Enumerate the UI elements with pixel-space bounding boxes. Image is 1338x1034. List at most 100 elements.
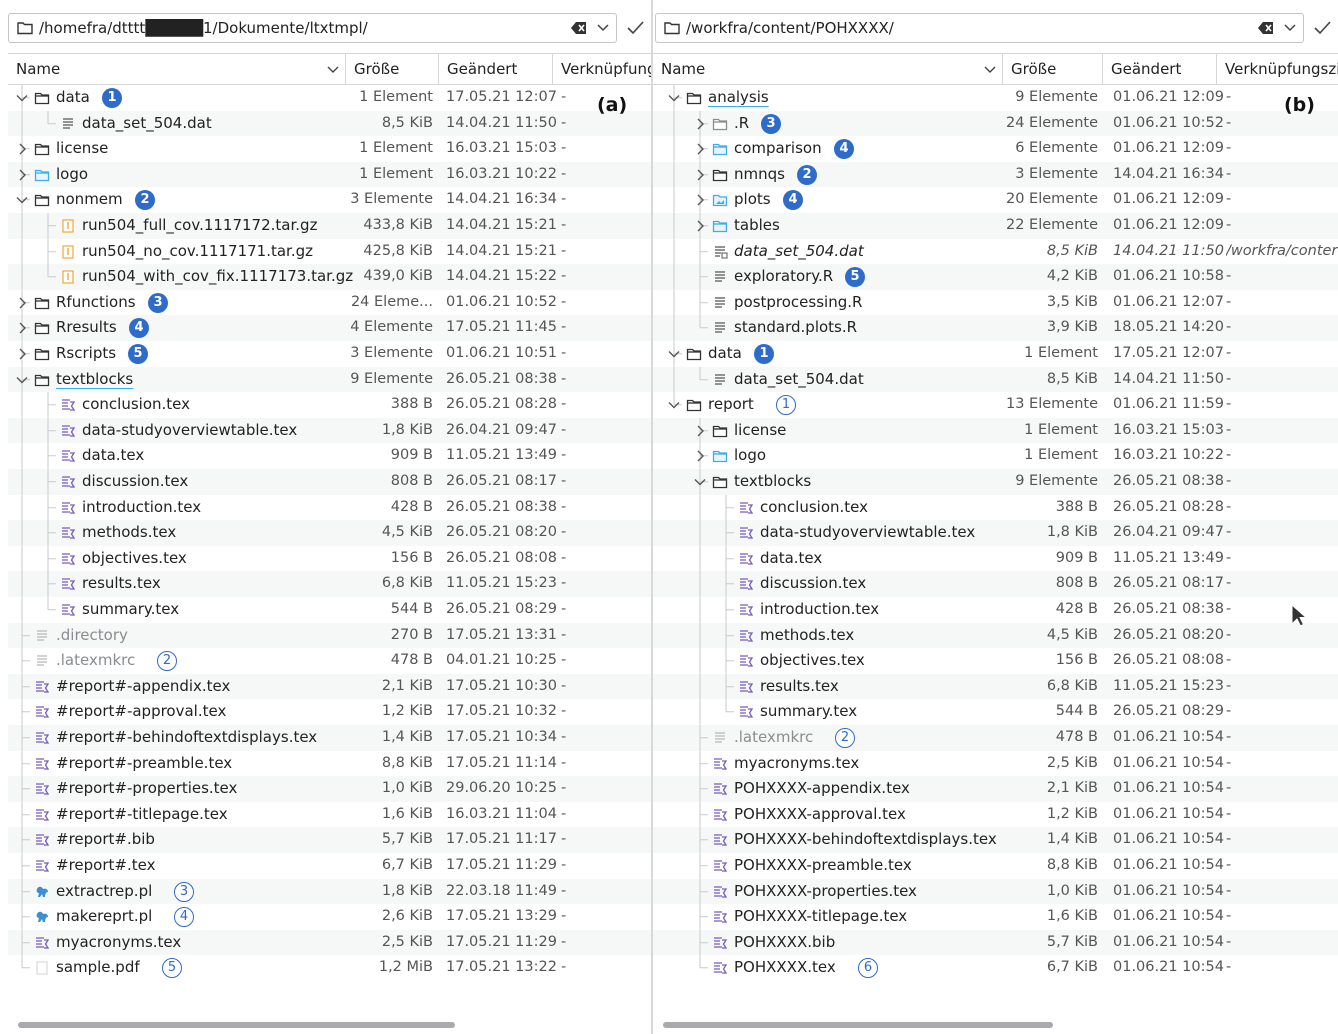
file-row[interactable]: POHXXXX-behindoftextdisplays.tex 1,4 KiB 0… [653,827,1338,853]
left-path-input[interactable] [39,16,536,40]
chevron-down-icon[interactable] [15,193,29,207]
file-row[interactable]: conclusion.tex 388 B 26.05.21 08:28- [653,494,1338,521]
chevron-down-icon[interactable] [15,91,29,105]
file-row[interactable]: run504_full_cov.1117172.tar.gz 433,8 KiB 1… [8,213,651,239]
file-row[interactable]: summary.tex 544 B 26.05.21 08:29- [653,699,1338,725]
chevron-down-icon[interactable] [667,347,681,361]
file-row[interactable]: nmnqs 2 3 Elemente 14.04.21 16:34- [653,161,1338,188]
file-row[interactable]: discussion.tex 808 B 26.05.21 08:17- [8,469,651,495]
file-row[interactable]: POHXXXX-appendix.tex 2,1 KiB 01.06.21 10:5… [653,776,1338,802]
column-size[interactable]: Größe [346,54,439,84]
file-row[interactable]: objectives.tex 156 B 26.05.21 08:08- [653,648,1338,674]
left-path-bar[interactable] [8,13,617,43]
file-row[interactable]: Rscripts 5 3 Elemente 01.06.21 10:51- [8,341,651,367]
clear-icon[interactable] [1257,19,1275,37]
file-row[interactable]: POHXXXX.bib 5,7 KiB 01.06.21 10:54- [653,929,1338,956]
file-row[interactable]: logo 1 Element 16.03.21 10:22- [8,161,651,188]
file-row[interactable]: data-studyoverviewtable.tex 1,8 KiB 26.04.… [653,520,1338,546]
chevron-right-icon[interactable] [15,321,29,335]
chevron-right-icon[interactable] [693,424,707,438]
confirm-check-icon[interactable] [625,18,645,38]
file-row[interactable]: data.tex 909 B 11.05.21 13:49- [8,443,651,469]
file-row[interactable]: results.tex 6,8 KiB 11.05.21 15:23- [653,673,1338,700]
column-modified[interactable]: Geändert [1103,54,1217,84]
file-row[interactable]: conclusion.tex 388 B 26.05.21 08:28- [8,392,651,418]
file-row[interactable]: license 1 Element 16.03.21 15:03- [8,136,651,162]
chevron-down-icon[interactable] [693,475,707,489]
file-row[interactable]: run504_no_cov.1117171.tar.gz 425,8 KiB 14.… [8,238,651,265]
chevron-right-icon[interactable] [693,142,707,156]
file-row[interactable]: license 1 Element 16.03.21 15:03- [653,417,1338,444]
file-row[interactable]: report 1 13 Elemente 01.06.21 11:59- [653,392,1338,418]
file-row[interactable]: tables 22 Elemente 01.06.21 12:09- [653,213,1338,239]
file-row[interactable]: myacronyms.tex 2,5 KiB 17.05.21 11:29- [8,929,651,956]
column-name[interactable]: Name [8,54,346,84]
file-row[interactable]: plots 4 20 Elemente 01.06.21 12:09- [653,187,1338,213]
file-row[interactable]: Rresults 4 4 Elemente 17.05.21 11:45- [8,315,651,341]
file-row[interactable]: standard.plots.R 3,9 KiB 18.05.21 14:20- [653,315,1338,341]
column-modified[interactable]: Geändert [439,54,553,84]
file-row[interactable]: methods.tex 4,5 KiB 26.05.21 08:20- [653,622,1338,649]
column-link[interactable]: Verknüpfungszi [1217,54,1338,84]
chevron-down-icon[interactable] [596,20,610,34]
file-row[interactable]: #report#-titlepage.tex 1,6 KiB 16.03.21 11… [8,801,651,828]
file-row[interactable]: methods.tex 4,5 KiB 26.05.21 08:20- [8,520,651,546]
file-row[interactable]: data-studyoverviewtable.tex 1,8 KiB 26.04.… [8,417,651,444]
file-row[interactable]: analysis 9 Elemente 01.06.21 12:09- [653,85,1338,111]
chevron-down-icon[interactable] [15,373,29,387]
file-row[interactable]: data 1 1 Element 17.05.21 12:07- [8,85,651,111]
file-row[interactable]: POHXXXX-properties.tex 1,0 KiB 01.06.21 10… [653,878,1338,905]
column-link[interactable]: Verknüpfung [553,54,651,84]
file-row[interactable]: #report#-properties.tex 1,0 KiB 29.06.20 1… [8,776,651,802]
file-row[interactable]: introduction.tex 428 B 26.05.21 08:38- [653,597,1338,623]
file-row[interactable]: .latexmkrc 2 478 B 04.01.21 10:25- [8,648,651,674]
file-row[interactable]: .latexmkrc 2 478 B 01.06.21 10:54- [653,725,1338,751]
file-row[interactable]: #report#-preamble.tex 8,8 KiB 17.05.21 11:… [8,750,651,777]
chevron-right-icon[interactable] [15,168,29,182]
file-row[interactable]: run504_with_cov_fix.1117173.tar.gz 439,0 … [8,264,651,290]
chevron-right-icon[interactable] [15,142,29,156]
chevron-right-icon[interactable] [15,347,29,361]
chevron-right-icon[interactable] [693,117,707,131]
right-path-input[interactable] [686,16,1223,40]
chevron-right-icon[interactable] [693,193,707,207]
file-row[interactable]: objectives.tex 156 B 26.05.21 08:08- [8,545,651,572]
file-row[interactable]: textblocks 9 Elemente 26.05.21 08:38- [653,469,1338,495]
file-row[interactable]: postprocessing.R 3,5 KiB 01.06.21 12:07- [653,289,1338,316]
file-row[interactable]: myacronyms.tex 2,5 KiB 01.06.21 10:54- [653,750,1338,777]
chevron-down-icon[interactable] [667,91,681,105]
file-row[interactable]: #report#.tex 6,7 KiB 17.05.21 11:29- [8,853,651,879]
column-name[interactable]: Name [653,54,1003,84]
file-row[interactable]: data_set_504.dat 8,5 KiB 14.04.21 11:50- [8,110,651,137]
file-row[interactable]: sample.pdf 5 1,2 MiB 17.05.21 13:22- [8,955,651,981]
file-row[interactable]: data_set_504.dat 8,5 KiB 14.04.21 11:50- [653,366,1338,393]
file-row[interactable]: data.tex 909 B 11.05.21 13:49- [653,545,1338,572]
chevron-right-icon[interactable] [693,219,707,233]
file-row[interactable]: #report#.bib 5,7 KiB 17.05.21 11:17- [8,827,651,853]
chevron-down-icon[interactable] [667,398,681,412]
file-row[interactable]: POHXXXX-titlepage.tex 1,6 KiB 01.06.21 10:… [653,904,1338,930]
file-row[interactable]: data 1 1 Element 17.05.21 12:07- [653,341,1338,367]
chevron-right-icon[interactable] [693,168,707,182]
file-row[interactable]: POHXXXX.tex 6 6,7 KiB 01.06.21 10:54- [653,955,1338,981]
column-size[interactable]: Größe [1003,54,1103,84]
confirm-check-icon[interactable] [1312,18,1332,38]
file-row[interactable]: data_set_504.dat 8,5 KiB 14.04.21 11:50/wo… [653,238,1338,265]
file-row[interactable]: comparison 4 6 Elemente 01.06.21 12:09- [653,136,1338,162]
file-row[interactable]: Rfunctions 3 24 Eleme... 01.06.21 10:52- [8,289,651,316]
chevron-down-icon[interactable] [1283,20,1297,34]
file-row[interactable]: #report#-approval.tex 1,2 KiB 17.05.21 10:… [8,699,651,725]
file-row[interactable]: .R 3 24 Elemente 01.06.21 10:52- [653,110,1338,137]
file-row[interactable]: .directory 270 B 17.05.21 13:31- [8,622,651,649]
file-row[interactable]: extractrep.pl 3 1,8 KiB 22.03.18 11:49- [8,878,651,905]
file-row[interactable]: logo 1 Element 16.03.21 10:22- [653,443,1338,469]
file-row[interactable]: #report#-behindoftextdisplays.tex 1,4 KiB… [8,725,651,751]
file-row[interactable]: #report#-appendix.tex 2,1 KiB 17.05.21 10:… [8,673,651,700]
file-row[interactable]: nonmem 2 3 Elemente 14.04.21 16:34- [8,187,651,213]
file-row[interactable]: POHXXXX-preamble.tex 8,8 KiB 01.06.21 10:5… [653,853,1338,879]
clear-icon[interactable] [570,19,588,37]
right-path-bar[interactable] [655,13,1304,43]
file-row[interactable]: summary.tex 544 B 26.05.21 08:29- [8,597,651,623]
chevron-right-icon[interactable] [693,449,707,463]
chevron-right-icon[interactable] [15,296,29,310]
